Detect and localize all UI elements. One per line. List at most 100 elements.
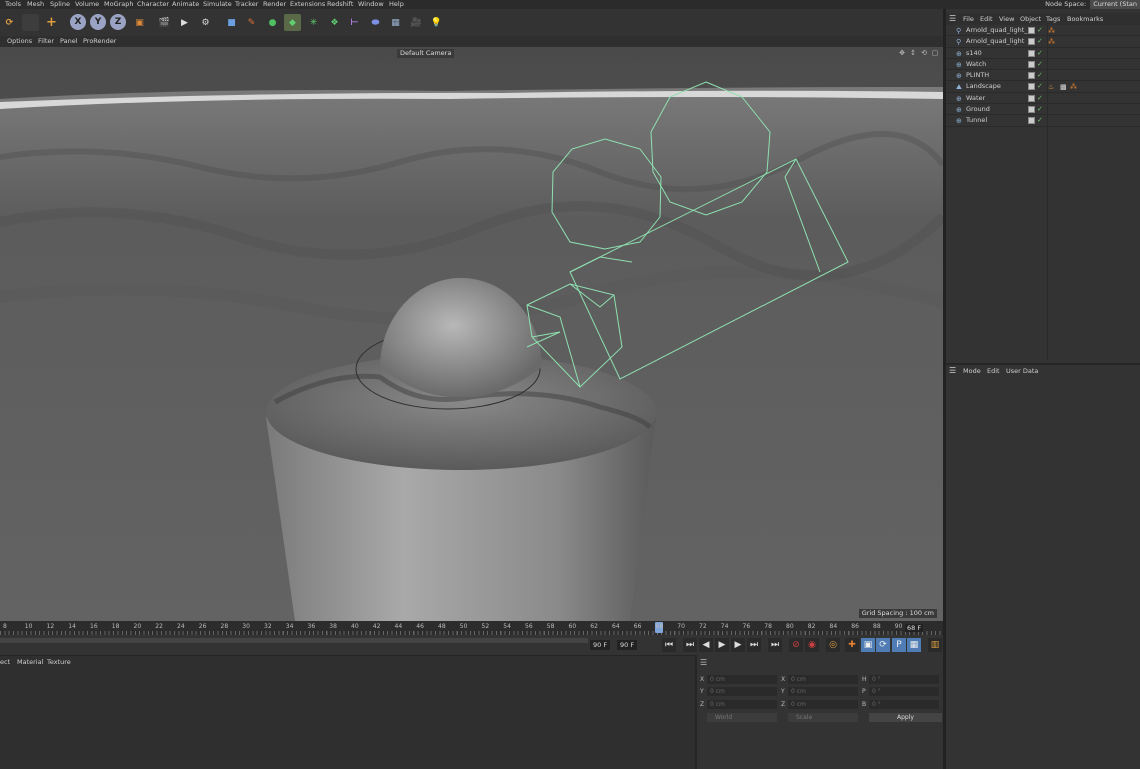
- render-view-icon[interactable]: 🎬: [156, 14, 173, 31]
- keyframe-selection-icon[interactable]: ◎: [826, 638, 840, 652]
- object-row[interactable]: ⛰ Landscape ✓ ♨ ▩ ⁂: [946, 81, 1140, 93]
- visibility-checkbox[interactable]: [1028, 94, 1035, 102]
- axis-y-button[interactable]: Y: [90, 14, 106, 30]
- am-menu-mode[interactable]: Mode: [963, 365, 981, 377]
- subdivision-icon[interactable]: ●: [264, 14, 281, 31]
- enabled-check-icon[interactable]: ✓: [1037, 115, 1043, 126]
- enabled-check-icon[interactable]: ✓: [1037, 59, 1043, 70]
- object-row[interactable]: ⊕ Tunnel ✓: [946, 115, 1140, 127]
- coordinate-mode-dropdown[interactable]: World: [707, 713, 777, 722]
- key-position-icon[interactable]: ✚: [845, 638, 859, 652]
- coordinate-system-icon[interactable]: ▣: [131, 14, 148, 31]
- object-row[interactable]: ⊕ Watch ✓: [946, 59, 1140, 71]
- cube-icon[interactable]: ■: [223, 14, 240, 31]
- camera-label[interactable]: Default Camera: [397, 49, 455, 58]
- size-x-field[interactable]: 0 cm: [788, 675, 858, 684]
- menu-help[interactable]: Help: [389, 0, 404, 9]
- viewport-menu-prorender[interactable]: ProRender: [83, 36, 116, 47]
- previous-frame-icon[interactable]: ◀: [699, 638, 713, 652]
- menu-mesh[interactable]: Mesh: [27, 0, 44, 9]
- visibility-checkbox[interactable]: [1028, 72, 1035, 80]
- maximize-view-icon[interactable]: ▢: [931, 49, 939, 57]
- camera-icon[interactable]: 🎥: [408, 14, 425, 31]
- object-row[interactable]: ⚲ Arnold_quad_light ✓ ⁂: [946, 36, 1140, 48]
- am-menu-edit[interactable]: Edit: [987, 365, 1000, 377]
- light-icon[interactable]: 💡: [428, 14, 445, 31]
- end-frame-field[interactable]: 90 F: [617, 640, 638, 650]
- visibility-checkbox[interactable]: [1028, 38, 1035, 46]
- pen-icon[interactable]: ✎: [243, 14, 260, 31]
- menu-render[interactable]: Render: [263, 0, 286, 9]
- go-to-end-icon[interactable]: ⏭: [768, 638, 782, 652]
- menu-tracker[interactable]: Tracker: [235, 0, 258, 9]
- menu-redshift[interactable]: Redshift: [327, 0, 353, 9]
- next-frame-icon[interactable]: ▶: [731, 638, 745, 652]
- rot-p-field[interactable]: 0 °: [869, 687, 939, 696]
- object-row[interactable]: ⚲ Arnold_quad_light_1 ✓ ⁂: [946, 25, 1140, 37]
- visibility-checkbox[interactable]: [1028, 60, 1035, 68]
- viewport-menu-options[interactable]: Options: [7, 36, 32, 47]
- render-picture-viewer-icon[interactable]: ▶: [176, 14, 193, 31]
- enabled-check-icon[interactable]: ✓: [1037, 93, 1043, 104]
- record-icon[interactable]: ◉: [805, 638, 819, 652]
- pan-icon[interactable]: ✥: [898, 49, 906, 57]
- rot-b-field[interactable]: 0 °: [869, 700, 939, 709]
- floor-icon[interactable]: ▦: [387, 14, 404, 31]
- timeline-window-icon[interactable]: ▥: [928, 638, 942, 652]
- object-row[interactable]: ⊕ s140 ✓: [946, 48, 1140, 59]
- menu-simulate[interactable]: Simulate: [203, 0, 232, 9]
- hamburger-icon[interactable]: ☰: [949, 365, 956, 377]
- preview-range-bar[interactable]: [0, 638, 588, 643]
- timeline-ruler[interactable]: 8 10 12 14 16 18 20 22 24 26 28 30 32 34 36 38 40 42 44 46 4…: [0, 621, 943, 635]
- key-pla-icon[interactable]: ▦: [907, 638, 921, 652]
- pos-y-field[interactable]: 0 cm: [707, 687, 777, 696]
- viewport-menu-filter[interactable]: Filter: [38, 36, 54, 47]
- visibility-checkbox[interactable]: [1028, 83, 1035, 91]
- visibility-checkbox[interactable]: [1028, 106, 1035, 114]
- current-frame-field[interactable]: 68 F: [905, 624, 924, 632]
- enabled-check-icon[interactable]: ✓: [1037, 36, 1043, 47]
- field-icon[interactable]: ⬬: [367, 14, 384, 31]
- object-manager-column-divider[interactable]: [1047, 25, 1048, 360]
- axis-z-button[interactable]: Z: [110, 14, 126, 30]
- move-view-icon[interactable]: ↕: [909, 49, 917, 57]
- enabled-check-icon[interactable]: ✓: [1037, 25, 1043, 36]
- go-to-start-icon[interactable]: ⏮: [662, 638, 676, 652]
- enabled-check-icon[interactable]: ✓: [1037, 48, 1043, 59]
- enabled-check-icon[interactable]: ✓: [1037, 81, 1043, 92]
- next-key-icon[interactable]: ⏭: [747, 638, 761, 652]
- object-row[interactable]: ⊕ Ground ✓: [946, 104, 1140, 116]
- om-menu-view[interactable]: View: [999, 13, 1014, 25]
- undo-icon[interactable]: ⟳: [1, 14, 18, 31]
- key-rotation-icon[interactable]: ⟳: [876, 638, 890, 652]
- pos-x-field[interactable]: 0 cm: [707, 675, 777, 684]
- object-row[interactable]: ⊕ Water ✓: [946, 93, 1140, 105]
- node-space-dropdown[interactable]: Current (Stan: [1090, 0, 1140, 9]
- mat-menu-create[interactable]: ect: [0, 656, 10, 668]
- hamburger-icon[interactable]: ☰: [949, 13, 956, 25]
- om-menu-tags[interactable]: Tags: [1046, 13, 1060, 25]
- enabled-check-icon[interactable]: ✓: [1037, 70, 1043, 81]
- menu-tools[interactable]: Tools: [5, 0, 21, 9]
- previous-key-icon[interactable]: ⏭: [683, 638, 697, 652]
- om-menu-object[interactable]: Object: [1020, 13, 1041, 25]
- om-menu-bookmarks[interactable]: Bookmarks: [1067, 13, 1103, 25]
- preview-end-field[interactable]: 90 F: [590, 640, 611, 650]
- move-tool-icon[interactable]: +: [43, 14, 60, 31]
- mat-menu-texture[interactable]: Texture: [47, 656, 71, 668]
- viewport-menu-panel[interactable]: Panel: [60, 36, 78, 47]
- menu-mograph[interactable]: MoGraph: [104, 0, 134, 9]
- deformer-icon[interactable]: ⊢: [346, 14, 363, 31]
- generator-icon[interactable]: ◆: [284, 14, 301, 31]
- pos-z-field[interactable]: 0 cm: [707, 700, 777, 709]
- om-menu-edit[interactable]: Edit: [980, 13, 993, 25]
- menu-character[interactable]: Character: [137, 0, 169, 9]
- hamburger-icon[interactable]: ☰: [700, 658, 707, 667]
- object-row[interactable]: ⊕ PLINTH ✓: [946, 70, 1140, 82]
- rotate-view-icon[interactable]: ⟲: [920, 49, 928, 57]
- menu-animate[interactable]: Animate: [172, 0, 199, 9]
- visibility-checkbox[interactable]: [1028, 49, 1035, 57]
- enabled-check-icon[interactable]: ✓: [1037, 104, 1043, 115]
- play-icon[interactable]: ▶: [715, 638, 729, 652]
- rot-h-field[interactable]: 0 °: [869, 675, 939, 684]
